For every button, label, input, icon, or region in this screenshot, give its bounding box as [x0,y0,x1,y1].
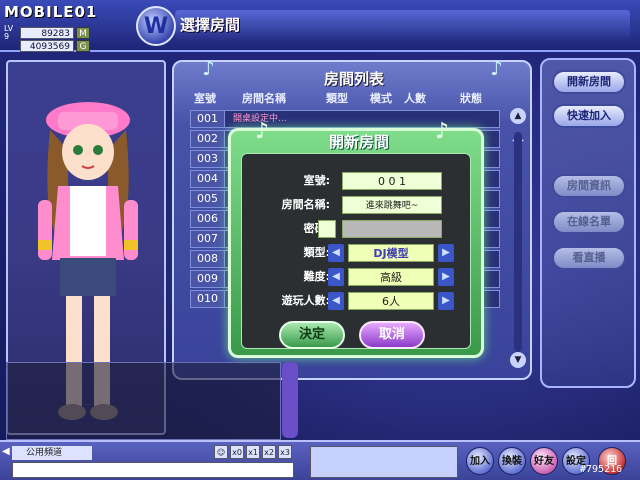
room-no-field: 0 0 1 [342,172,442,190]
screen-title: 選擇房間 [180,16,241,34]
music-note-icon: ♪ [255,119,270,144]
zoom-x0-button[interactable]: x0 [230,445,244,459]
quick-join-button[interactable]: 快速加入 [552,104,626,128]
chat-scrollbar[interactable] [282,362,298,438]
col-header-type: 類型 [326,92,348,105]
room-number: 004 [191,171,225,187]
difficulty-label: 難度: [303,270,330,283]
side-panel: 開新房間 快速加入 房間資訊 在線名單 看直播 [540,58,636,388]
join-button[interactable]: 加入 [466,447,494,475]
gold-row: 4093569 G [4,39,106,52]
dialog-title: 開新房間 [328,133,389,151]
top-bar: MOBILE01 LV 9 89283 M 4093569 G W 選擇房間 [0,0,640,52]
gold-value: 4093569 [20,39,74,52]
emote-icon[interactable]: ☺ [214,445,228,459]
game-screen: MOBILE01 LV 9 89283 M 4093569 G W 選擇房間 ♪… [0,0,640,480]
room-number: 010 [191,291,225,307]
bottom-bar: ◀ 公用頻道 ☺ x0 x1 x2 x3 加入 換裝 好友 設定 回 [0,440,640,480]
cancel-button[interactable]: 取消 [359,321,425,349]
room-number: 009 [191,271,225,287]
type-next-button[interactable]: ▶ [438,244,454,262]
create-room-dialog: ♪ ♪ 開新房間 室號: 0 0 1 房間名稱: 進來跳舞吧~ 密碼: 類型: … [228,119,484,358]
room-list-title: 房間列表 [323,70,384,88]
col-header-players: 人數 [404,92,426,105]
difficulty-value: 高級 [348,268,434,286]
col-header-status: 狀態 [460,92,482,105]
chat-input[interactable] [12,462,294,478]
room-number: 006 [191,211,225,227]
room-number: 008 [191,251,225,267]
site-logo: MOBILE01 [4,3,98,21]
players-next-button[interactable]: ▶ [438,292,454,310]
music-note-icon: ♪ [202,56,215,80]
room-name-label: 房間名稱: [281,198,330,211]
money-row: LV 9 89283 M [4,24,106,40]
room-number: 005 [191,191,225,207]
players-prev-button[interactable]: ◀ [328,292,344,310]
table-row[interactable]: 001 開桌設定中... [190,110,500,128]
scroll-up-button[interactable]: ▲ [510,108,526,124]
status-box [310,446,458,478]
players-label: 遊玩人數: [281,294,330,307]
zoom-x2-button[interactable]: x2 [262,445,276,459]
open-room-button[interactable]: 開新房間 [552,70,626,94]
room-number: 003 [191,151,225,167]
difficulty-next-button[interactable]: ▶ [438,268,454,286]
zoom-x3-button[interactable]: x3 [278,445,292,459]
watermark: #795216 [580,464,623,475]
type-prev-button[interactable]: ◀ [328,244,344,262]
gold-unit: G [76,39,90,52]
room-no-label: 室號: [303,174,330,187]
type-label: 類型: [303,246,330,259]
column-headers: 室號 房間名稱 類型 模式 人數 狀態 [188,90,518,106]
money-unit: M [76,26,90,39]
dress-button[interactable]: 換裝 [498,447,526,475]
room-list-scrollbar[interactable] [514,132,522,352]
confirm-button[interactable]: 決定 [279,321,345,349]
room-name-input[interactable]: 進來跳舞吧~ [342,196,442,214]
chat-log [6,362,281,440]
room-number: 001 [191,111,225,127]
players-value: 6人 [348,292,434,310]
difficulty-prev-button[interactable]: ◀ [328,268,344,286]
chat-channel-select[interactable]: 公用頻道 [12,446,92,460]
col-header-room-no: 室號 [194,92,216,105]
scroll-down-button[interactable]: ▼ [510,352,526,368]
room-number: 002 [191,131,225,147]
watch-button[interactable]: 看直播 [552,246,626,270]
room-number: 007 [191,231,225,247]
zoom-x1-button[interactable]: x1 [246,445,260,459]
money-value: 89283 [20,26,74,39]
online-list-button[interactable]: 在線名單 [552,210,626,234]
dialog-form: 室號: 0 0 1 房間名稱: 進來跳舞吧~ 密碼: 類型: ◀ DJ模型 ▶ … [241,153,471,349]
type-value: DJ模型 [348,244,434,262]
password-checkbox[interactable] [318,220,336,238]
col-header-mode: 模式 [370,92,392,105]
password-input[interactable] [342,220,442,238]
col-header-room-name: 房間名稱 [242,92,286,105]
friend-button[interactable]: 好友 [530,447,558,475]
music-note-icon: ♪ [490,56,503,80]
game-logo: W [136,6,176,46]
title-strip [175,10,630,40]
speaker-icon: ◀ [2,446,10,457]
room-info-button[interactable]: 房間資訊 [552,174,626,198]
